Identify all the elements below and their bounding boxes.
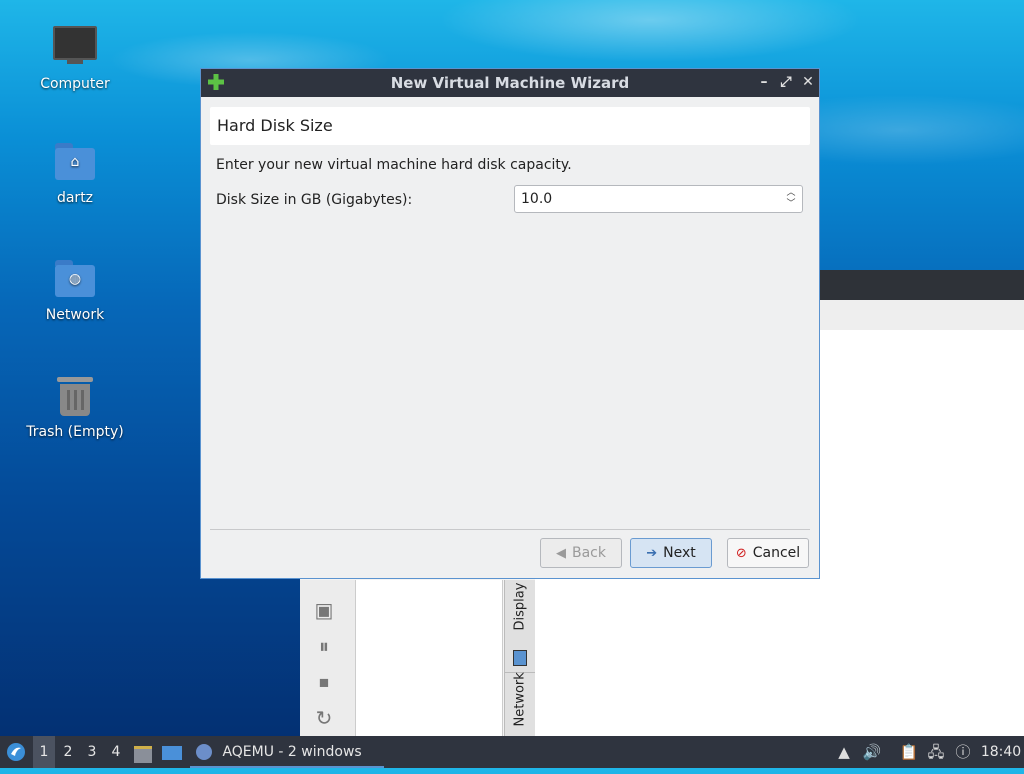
next-button-label: Next bbox=[663, 545, 696, 561]
taskbar-task-aqemu[interactable]: AQEMU - 2 windows bbox=[190, 736, 384, 768]
page-description: Enter your new virtual machine hard disk… bbox=[216, 157, 572, 173]
disk-size-label: Disk Size in GB (Gigabytes): bbox=[216, 192, 413, 208]
disk-size-spinbox[interactable]: ︿ ﹀ bbox=[514, 185, 803, 213]
task-label: AQEMU - 2 windows bbox=[222, 744, 362, 760]
file-manager-icon[interactable] bbox=[134, 736, 154, 768]
display-icon bbox=[513, 650, 527, 666]
trash-icon bbox=[53, 374, 97, 418]
desktop-icon-computer[interactable]: Computer bbox=[20, 22, 130, 92]
aqemu-icon bbox=[196, 744, 212, 760]
close-icon[interactable]: ✕ bbox=[799, 72, 817, 92]
back-button[interactable]: ◀ Back bbox=[540, 538, 622, 568]
maximize-icon[interactable]: ⤢ bbox=[777, 72, 795, 92]
tray-up-arrow-icon[interactable]: ▲ bbox=[834, 742, 854, 762]
taskbar: 1 2 3 4 AQEMU - 2 windows ▲ 🔊 📋 🖧 ⓘ 18:4… bbox=[0, 736, 1024, 768]
start-menu-icon[interactable] bbox=[4, 736, 28, 768]
pause-icon[interactable]: ⏸ bbox=[312, 634, 336, 658]
show-desktop-icon[interactable] bbox=[162, 736, 184, 768]
desktop-icon-label: dartz bbox=[56, 190, 94, 206]
dialog-titlebar[interactable]: New Virtual Machine Wizard – ⤢ ✕ bbox=[201, 69, 819, 97]
cancel-button-label: Cancel bbox=[752, 545, 801, 561]
tab-display[interactable]: Display bbox=[505, 583, 535, 648]
notification-icon[interactable]: ⓘ bbox=[953, 742, 973, 762]
disk-size-input[interactable] bbox=[521, 191, 771, 207]
workspace-2[interactable]: 2 bbox=[57, 736, 79, 768]
workspace-4[interactable]: 4 bbox=[105, 736, 127, 768]
wizard-page-header: Hard Disk Size bbox=[210, 107, 810, 145]
clipboard-icon[interactable]: 📋 bbox=[899, 742, 919, 762]
minimize-icon[interactable]: – bbox=[755, 72, 773, 92]
desktop-icon-trash[interactable]: Trash (Empty) bbox=[20, 374, 130, 440]
vm-control-sidebar: ▣ ⏸ ⏹ ↻ bbox=[300, 580, 355, 736]
clock[interactable]: 18:40 bbox=[980, 736, 1022, 768]
back-button-label: Back bbox=[572, 545, 606, 561]
arrow-right-icon: ➔ bbox=[646, 545, 658, 561]
reset-icon[interactable]: ↻ bbox=[312, 706, 336, 730]
save-icon[interactable]: ▣ bbox=[312, 598, 336, 622]
home-folder-icon: ⌂ bbox=[53, 140, 97, 184]
new-vm-wizard-dialog: New Virtual Machine Wizard – ⤢ ✕ Hard Di… bbox=[200, 68, 820, 579]
stop-icon[interactable]: ⏹ bbox=[312, 670, 336, 694]
dialog-title: New Virtual Machine Wizard bbox=[390, 74, 630, 92]
volume-icon[interactable]: 🔊 bbox=[862, 742, 882, 762]
tab-network[interactable]: Network bbox=[505, 672, 535, 740]
cancel-icon: ⊘ bbox=[735, 545, 747, 561]
spin-down-icon[interactable]: ﹀ bbox=[784, 199, 798, 210]
arrow-left-icon: ◀ bbox=[556, 545, 566, 561]
computer-icon bbox=[53, 26, 97, 70]
network-folder-icon: ◍ bbox=[53, 257, 97, 301]
network-icon[interactable]: 🖧 bbox=[926, 742, 946, 762]
spin-up-icon[interactable]: ︿ bbox=[784, 188, 798, 199]
page-title: Hard Disk Size bbox=[217, 116, 333, 135]
button-separator bbox=[210, 529, 810, 530]
workspace-1[interactable]: 1 bbox=[33, 736, 55, 768]
next-button[interactable]: ➔ Next bbox=[630, 538, 712, 568]
vm-list[interactable] bbox=[355, 580, 503, 736]
vertical-tabs: Display Network bbox=[504, 580, 535, 736]
desktop-icon-label: Network bbox=[45, 307, 105, 323]
cancel-button[interactable]: ⊘ Cancel bbox=[727, 538, 809, 568]
desktop-icon-label: Computer bbox=[40, 76, 110, 92]
workspace-3[interactable]: 3 bbox=[81, 736, 103, 768]
desktop-icon-home[interactable]: ⌂ dartz bbox=[20, 140, 130, 206]
desktop-icon-network[interactable]: ◍ Network bbox=[20, 257, 130, 323]
desktop-icon-label: Trash (Empty) bbox=[26, 424, 124, 440]
